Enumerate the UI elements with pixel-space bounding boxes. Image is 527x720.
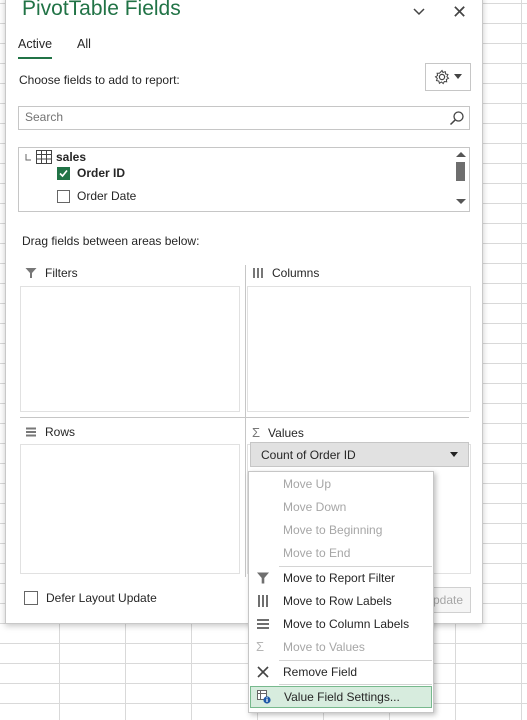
rows-label: Rows xyxy=(45,425,76,439)
drag-fields-label: Drag fields between areas below: xyxy=(22,234,200,248)
menu-item-move-to-column-labels[interactable]: Move to Column Labels xyxy=(249,613,433,635)
collapse-icon[interactable] xyxy=(24,153,32,161)
checkbox-checked[interactable] xyxy=(57,166,70,180)
rows-area-header: Rows xyxy=(25,425,75,439)
menu-item-move-up[interactable]: Move Up xyxy=(249,473,433,495)
values-area-header: Σ Values xyxy=(252,425,304,440)
remove-icon xyxy=(257,666,269,678)
area-divider-vertical xyxy=(245,265,246,577)
settings-info-icon xyxy=(257,690,271,704)
pane-title: PivotTable Fields xyxy=(22,0,181,20)
defer-checkbox[interactable] xyxy=(24,591,38,605)
filter-icon xyxy=(25,268,37,278)
filter-icon xyxy=(257,572,269,584)
defer-label: Defer Layout Update xyxy=(46,591,157,605)
rows-icon xyxy=(26,427,36,437)
column-labels-icon xyxy=(257,619,269,629)
menu-item-move-to-values[interactable]: Σ Move to Values xyxy=(249,636,433,658)
choose-fields-label: Choose fields to add to report: xyxy=(19,73,180,87)
field-item-order-id[interactable]: Order ID xyxy=(57,163,125,183)
menu-item-value-field-settings[interactable]: Value Field Settings... xyxy=(250,686,432,708)
tab-all[interactable]: All xyxy=(77,37,91,51)
table-icon xyxy=(36,150,52,164)
checkmark-icon xyxy=(59,169,68,177)
menu-item-move-to-beginning[interactable]: Move to Beginning xyxy=(249,519,433,541)
menu-item-remove-field[interactable]: Remove Field xyxy=(249,661,433,683)
gear-icon xyxy=(434,69,450,85)
close-icon[interactable]: ✕ xyxy=(452,2,467,23)
table-name: sales xyxy=(56,150,87,164)
rows-drop-area[interactable] xyxy=(20,444,240,574)
columns-drop-area[interactable] xyxy=(247,286,471,412)
scroll-up-icon[interactable] xyxy=(453,149,469,159)
menu-separator xyxy=(279,684,432,685)
field-list: sales Order ID Order Date xyxy=(18,147,470,212)
area-divider-horizontal xyxy=(20,417,469,418)
field-item-order-date[interactable]: Order Date xyxy=(57,186,136,206)
dropdown-arrow-icon xyxy=(454,74,462,79)
values-field-label: Count of Order ID xyxy=(261,447,356,462)
field-label: Order Date xyxy=(77,189,137,203)
dropdown-arrow-icon[interactable] xyxy=(450,451,458,458)
filters-drop-area[interactable] xyxy=(20,286,240,412)
filters-label: Filters xyxy=(45,266,78,280)
tab-active[interactable]: Active xyxy=(18,37,53,59)
update-label: pdate xyxy=(432,593,464,607)
menu-item-move-to-end[interactable]: Move to End xyxy=(249,542,433,564)
chevron-down-icon[interactable] xyxy=(412,5,426,19)
values-label: Values xyxy=(268,425,304,440)
sigma-icon: Σ xyxy=(256,639,265,654)
row-labels-icon xyxy=(258,595,268,607)
scroll-down-icon[interactable] xyxy=(453,197,469,207)
menu-item-move-to-report-filter[interactable]: Move to Report Filter xyxy=(249,567,433,589)
sigma-icon: Σ xyxy=(252,425,261,440)
search-icon[interactable] xyxy=(449,110,465,126)
values-field-count-of-order-id[interactable]: Count of Order ID xyxy=(250,442,469,467)
value-field-context-menu: Move Up Move Down Move to Beginning Move… xyxy=(248,471,434,713)
search-input[interactable] xyxy=(19,107,441,127)
tools-button[interactable] xyxy=(425,63,471,91)
checkbox-unchecked[interactable] xyxy=(57,189,70,203)
columns-area-header: Columns xyxy=(252,266,319,280)
columns-icon xyxy=(253,268,263,278)
scroll-thumb[interactable] xyxy=(456,162,465,181)
field-list-scrollbar[interactable] xyxy=(453,148,469,209)
search-box[interactable] xyxy=(18,106,470,130)
columns-label: Columns xyxy=(272,266,320,280)
defer-layout-update[interactable]: Defer Layout Update xyxy=(24,591,157,605)
filters-area-header: Filters xyxy=(25,266,78,280)
menu-item-move-to-row-labels[interactable]: Move to Row Labels xyxy=(249,590,433,612)
field-label: Order ID xyxy=(77,166,126,180)
menu-item-move-down[interactable]: Move Down xyxy=(249,496,433,518)
